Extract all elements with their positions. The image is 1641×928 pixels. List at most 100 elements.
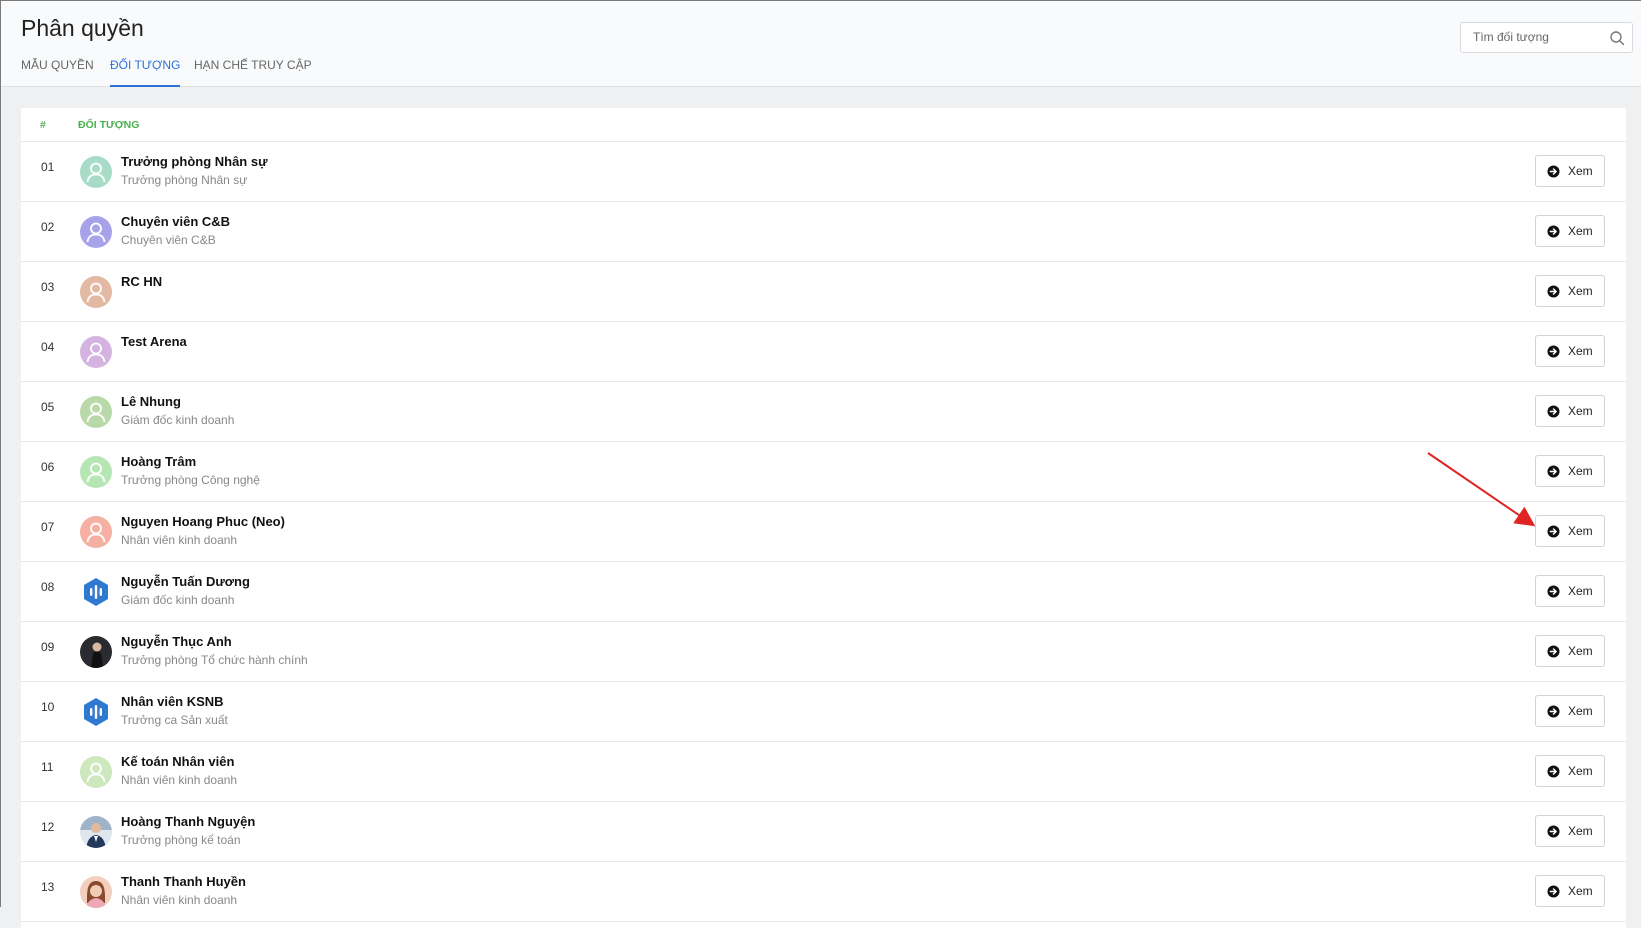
table-row: 13 Thanh Thanh Huyền Nhân viên kinh doanh X… — [21, 862, 1626, 922]
arrow-circle-right-icon — [1547, 225, 1560, 238]
avatar — [80, 516, 112, 548]
table-header: # ĐỐI TƯỢNG — [21, 108, 1626, 142]
arrow-circle-right-icon — [1547, 405, 1560, 418]
view-button-label: Xem — [1568, 224, 1593, 238]
table-row: 12 Hoàng Thanh Nguyện Trưởng phòng kế toán… — [21, 802, 1626, 862]
column-header-index: # — [40, 119, 46, 131]
arrow-circle-right-icon — [1547, 585, 1560, 598]
view-button[interactable]: Xem — [1535, 395, 1605, 427]
row-index: 07 — [41, 520, 55, 534]
object-subtitle: Nhân viên kinh doanh — [121, 533, 238, 547]
search-icon[interactable] — [1609, 30, 1625, 46]
table-row: 11 Kế toán Nhân viên Nhân viên kinh doanh X… — [21, 742, 1626, 802]
tab-permission-templates[interactable]: MẪU QUYỀN — [21, 57, 94, 87]
avatar — [80, 156, 112, 188]
view-button[interactable]: Xem — [1535, 575, 1605, 607]
row-index: 11 — [41, 760, 54, 774]
view-button[interactable]: Xem — [1535, 815, 1605, 847]
object-name: Trưởng phòng Nhân sự — [121, 154, 268, 169]
table-row: 03 RC HN Xem — [21, 262, 1626, 322]
object-name: Hoàng Trâm — [121, 454, 197, 469]
arrow-circle-right-icon — [1547, 465, 1560, 478]
object-name: Nguyễn Thục Anh — [121, 634, 232, 649]
table-row: 08 Nguyễn Tuấn Dương Giám đốc kinh doanh Xe… — [21, 562, 1626, 622]
row-index: 12 — [41, 820, 55, 834]
tab-access-restrictions[interactable]: HẠN CHẾ TRUY CẬP — [194, 57, 312, 87]
object-name: Nhân viên KSNB — [121, 694, 224, 709]
object-name: Thanh Thanh Huyền — [121, 874, 246, 889]
arrow-circle-right-icon — [1547, 825, 1560, 838]
objects-table: # ĐỐI TƯỢNG 01 Trưởng phòng Nhân sự Trưởng… — [21, 108, 1626, 928]
object-name: Hoàng Thanh Nguyện — [121, 814, 256, 829]
view-button-label: Xem — [1568, 344, 1593, 358]
avatar — [80, 576, 112, 608]
arrow-circle-right-icon — [1547, 285, 1560, 298]
column-header-object: ĐỐI TƯỢNG — [78, 119, 140, 131]
table-row: 06 Hoàng Trâm Trưởng phòng Công nghệ Xem — [21, 442, 1626, 502]
view-button-label: Xem — [1568, 464, 1593, 478]
view-button-label: Xem — [1568, 644, 1593, 658]
object-name: Lê Nhung — [121, 394, 181, 409]
search-input[interactable] — [1471, 29, 1605, 45]
avatar — [80, 756, 112, 788]
object-subtitle: Trưởng phòng Công nghệ — [121, 473, 260, 487]
object-subtitle: Trưởng phòng kế toán — [121, 833, 241, 847]
view-button-label: Xem — [1568, 704, 1593, 718]
arrow-circle-right-icon — [1547, 765, 1560, 778]
object-subtitle: Trưởng phòng Nhân sự — [121, 173, 248, 187]
avatar — [80, 276, 112, 308]
object-subtitle: Nhân viên kinh doanh — [121, 773, 238, 787]
avatar — [80, 696, 112, 728]
view-button[interactable]: Xem — [1535, 275, 1605, 307]
object-subtitle: Nhân viên kinh doanh — [121, 893, 238, 907]
page-header: Phân quyền MẪU QUYỀN ĐỐI TƯỢNG HẠN CHẾ T… — [1, 1, 1641, 87]
view-button-label: Xem — [1568, 404, 1593, 418]
view-button-label: Xem — [1568, 824, 1593, 838]
object-subtitle: Trưởng ca Sản xuất — [121, 713, 228, 727]
object-name: Kế toán Nhân viên — [121, 754, 235, 769]
view-button[interactable]: Xem — [1535, 335, 1605, 367]
avatar — [80, 216, 112, 248]
view-button[interactable]: Xem — [1535, 455, 1605, 487]
arrow-circle-right-icon — [1547, 165, 1560, 178]
object-subtitle: Giám đốc kinh doanh — [121, 593, 235, 607]
view-button[interactable]: Xem — [1535, 215, 1605, 247]
arrow-circle-right-icon — [1547, 345, 1560, 358]
row-index: 10 — [41, 700, 55, 714]
view-button[interactable]: Xem — [1535, 155, 1605, 187]
table-row: 07 Nguyen Hoang Phuc (Neo) Nhân viên kinh … — [21, 502, 1626, 562]
view-button[interactable]: Xem — [1535, 695, 1605, 727]
tab-objects[interactable]: ĐỐI TƯỢNG — [110, 57, 181, 87]
table-row: 04 Test Arena Xem — [21, 322, 1626, 382]
view-button-label: Xem — [1568, 524, 1593, 538]
arrow-circle-right-icon — [1547, 885, 1560, 898]
object-name: Test Arena — [121, 334, 187, 349]
row-index: 04 — [41, 340, 55, 354]
arrow-circle-right-icon — [1547, 705, 1560, 718]
arrow-circle-right-icon — [1547, 525, 1560, 538]
avatar — [80, 396, 112, 428]
view-button[interactable]: Xem — [1535, 515, 1605, 547]
object-name: Nguyen Hoang Phuc (Neo) — [121, 514, 285, 529]
view-button[interactable]: Xem — [1535, 635, 1605, 667]
view-button[interactable]: Xem — [1535, 875, 1605, 907]
row-index: 01 — [41, 160, 55, 174]
row-index: 05 — [41, 400, 55, 414]
view-button-label: Xem — [1568, 284, 1593, 298]
row-index: 06 — [41, 460, 55, 474]
avatar — [80, 816, 112, 848]
row-index: 02 — [41, 220, 55, 234]
avatar — [80, 876, 112, 908]
row-index: 09 — [41, 640, 55, 654]
table-row: 02 Chuyên viên C&B Chuyên viên C&B Xem — [21, 202, 1626, 262]
window-border-left — [0, 0, 1, 907]
search-box — [1460, 22, 1633, 53]
row-index: 13 — [41, 880, 55, 894]
avatar — [80, 636, 112, 668]
object-name: Nguyễn Tuấn Dương — [121, 574, 250, 589]
table-row: 09 Nguyễn Thục Anh Trưởng phòng Tổ chức hà… — [21, 622, 1626, 682]
row-index: 08 — [41, 580, 55, 594]
view-button[interactable]: Xem — [1535, 755, 1605, 787]
table-row: 10 Nhân viên KSNB Trưởng ca Sản xuất Xem — [21, 682, 1626, 742]
table-row: 01 Trưởng phòng Nhân sự Trưởng phòng Nhân … — [21, 142, 1626, 202]
